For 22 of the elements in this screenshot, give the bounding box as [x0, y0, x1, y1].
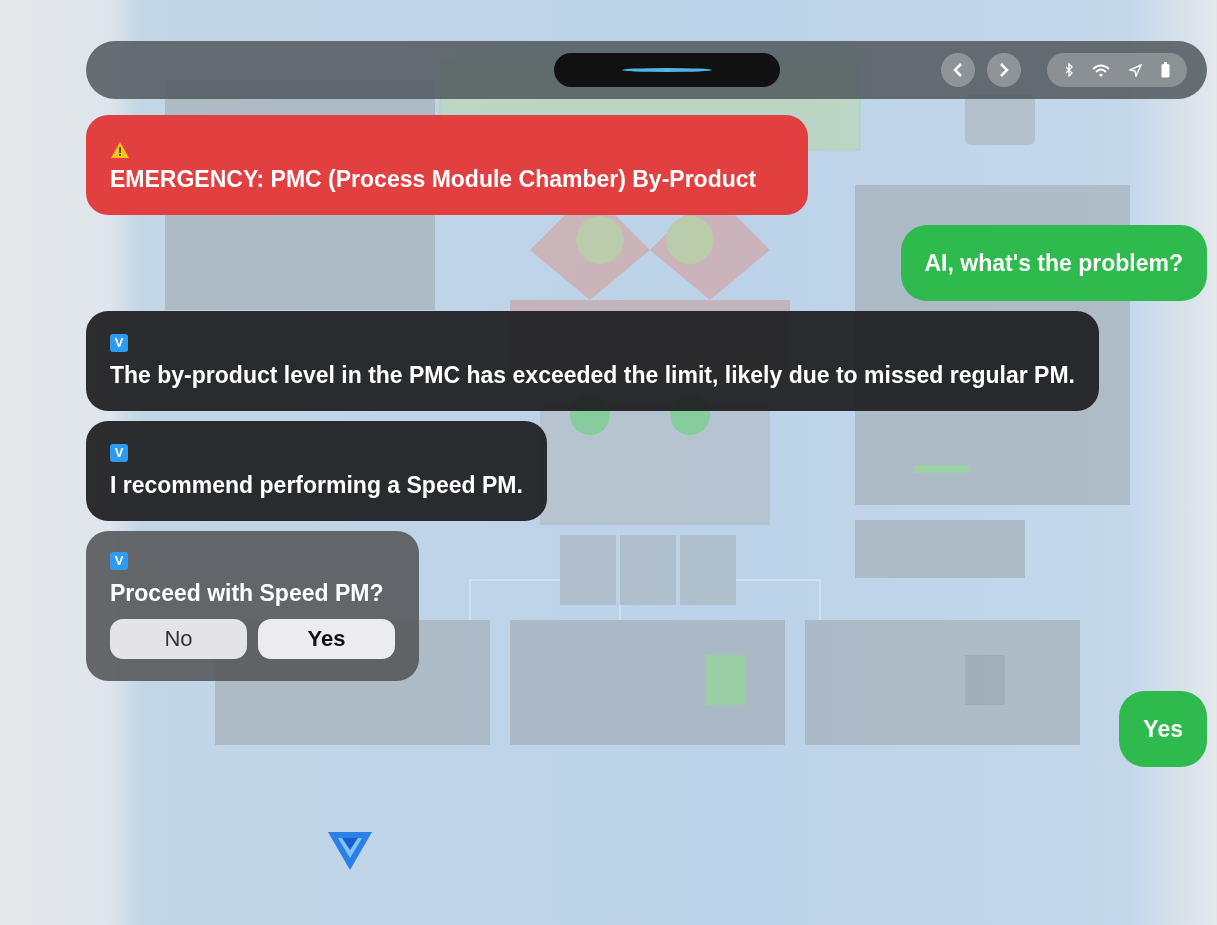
dynamic-island-icon [554, 53, 780, 87]
assistant-badge-icon: V [110, 552, 128, 570]
answer-button[interactable]: No [110, 619, 247, 659]
assistant-badge-icon: V [110, 444, 128, 462]
user-message-bubble: AI, what's the problem? [900, 225, 1207, 301]
warning-icon [110, 141, 130, 159]
logo-icon [328, 830, 372, 872]
user-message-bubble: Yes [1119, 691, 1207, 767]
forward-button[interactable] [987, 53, 1021, 87]
assistant-badge-icon: V [110, 334, 128, 352]
question-text: Proceed with Speed PM? [110, 579, 385, 607]
chevron-left-icon [952, 62, 964, 78]
alert-text: EMERGENCY: PMC (Process Module Chamber) By-Product [110, 165, 758, 193]
answer-button[interactable]: Yes [258, 619, 395, 659]
battery-icon [1160, 62, 1170, 78]
message-text: The by-product level in the PMC has exceeded the limit, likely due to missed regular PM. [110, 361, 1075, 389]
back-button[interactable] [941, 53, 975, 87]
bluetooth-icon [1064, 63, 1073, 77]
chevron-right-icon [998, 62, 1010, 78]
message-text: I recommend performing a Speed PM. [110, 471, 523, 499]
location-arrow-icon [1128, 63, 1142, 77]
wifi-icon [1091, 63, 1110, 77]
